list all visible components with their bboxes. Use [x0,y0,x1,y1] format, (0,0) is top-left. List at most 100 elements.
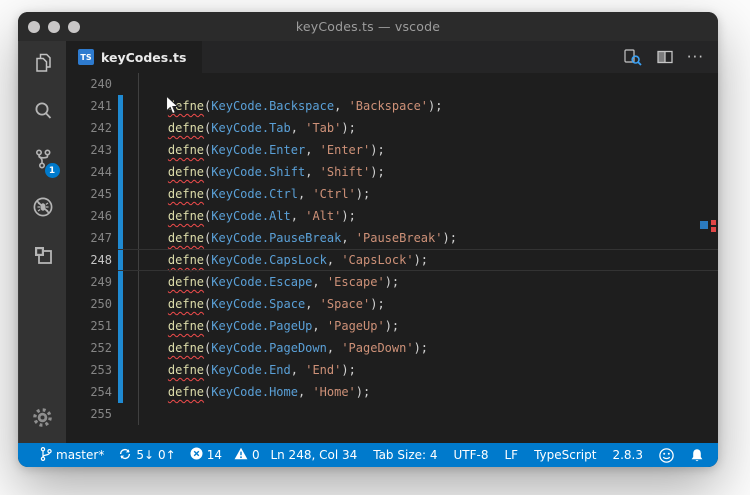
eol-indicator[interactable]: LF [504,448,518,462]
files-icon [31,51,55,79]
code-text: defne(KeyCode.Alt, 'Alt'); [167,209,356,223]
code-line[interactable]: 244 defne(KeyCode.Shift, 'Shift'); [66,161,718,183]
git-gutter-marker [118,271,123,293]
title-bar: keyCodes.ts — vscode [18,12,718,41]
line-number: 244 [90,165,112,179]
overview-ruler-modified-marker [700,221,708,229]
window-title: keyCodes.ts — vscode [295,19,441,34]
sync-outgoing: 0↑ [158,448,176,462]
encoding-indicator[interactable]: UTF-8 [454,448,489,462]
traffic-lights [28,12,80,41]
git-gutter-marker [118,205,123,227]
code-line[interactable]: 242 defne(KeyCode.Tab, 'Tab'); [66,117,718,139]
git-gutter-marker [118,315,123,337]
line-number: 250 [90,297,112,311]
code-line[interactable]: 241 defne(KeyCode.Backspace, 'Backspace'… [66,95,718,117]
problems-status[interactable]: 14 0 [190,447,260,463]
open-changes-icon[interactable] [623,48,643,66]
branch-icon [40,446,52,465]
notifications-bell-icon[interactable] [690,448,704,463]
activity-bar: 1 [18,41,66,443]
line-number: 245 [90,187,112,201]
debug-crossed-bug-icon [31,195,55,223]
code-line[interactable]: 254 defne(KeyCode.Home, 'Home'); [66,381,718,403]
git-branch-status[interactable]: master* [40,446,104,465]
overview-ruler-error-marker [711,220,716,225]
code-editor[interactable]: 240 241 defne(KeyCode.Backspace, 'Backspa… [66,73,718,443]
vscode-window: keyCodes.ts — vscode 1 TS keyCodes.ts ··… [18,12,718,467]
git-gutter-marker [118,381,123,403]
code-line[interactable]: 248 defne(KeyCode.CapsLock, 'CapsLock'); [66,249,718,271]
code-text: defne(KeyCode.PauseBreak, 'PauseBreak'); [167,231,457,245]
feedback-smiley-icon[interactable] [659,447,674,463]
error-icon [190,447,203,463]
code-line[interactable]: 250 defne(KeyCode.Space, 'Space'); [66,293,718,315]
code-text: defne(KeyCode.Ctrl, 'Ctrl'); [167,187,371,201]
line-number: 248 [90,253,112,267]
code-line[interactable]: 255 [66,403,718,425]
git-gutter-marker [118,161,123,183]
code-text: defne(KeyCode.Escape, 'Escape'); [167,275,400,289]
tab-keycodes-ts[interactable]: TS keyCodes.ts [66,41,202,73]
typescript-file-icon: TS [78,49,94,65]
code-line[interactable]: 251 defne(KeyCode.PageUp, 'PageUp'); [66,315,718,337]
code-line[interactable]: 246 defne(KeyCode.Alt, 'Alt'); [66,205,718,227]
line-number: 251 [90,319,112,333]
line-number: 254 [90,385,112,399]
sidebar-item-extensions[interactable] [19,233,67,281]
sync-status[interactable]: 5↓ 0↑ [118,447,176,464]
code-text: defne(KeyCode.Backspace, 'Backspace'); [167,99,443,113]
code-text: defne(KeyCode.PageDown, 'PageDown'); [167,341,429,355]
settings-button[interactable] [19,395,67,443]
git-gutter-marker [118,73,123,95]
code-line[interactable]: 249 defne(KeyCode.Escape, 'Escape'); [66,271,718,293]
status-bar: master* 5↓ 0↑ 14 0 Ln 248, Col 34 Tab Si… [18,443,718,467]
sidebar-item-search[interactable] [19,89,67,137]
language-mode[interactable]: TypeScript [534,448,596,462]
code-line[interactable]: 240 [66,73,718,95]
line-number: 247 [90,231,112,245]
code-line[interactable]: 243 defne(KeyCode.Enter, 'Enter'); [66,139,718,161]
sidebar-item-source-control[interactable]: 1 [19,137,67,185]
line-number: 252 [90,341,112,355]
tab-size-indicator[interactable]: Tab Size: 4 [373,448,437,462]
git-gutter-marker [118,139,123,161]
line-number: 243 [90,143,112,157]
line-number: 240 [90,77,112,91]
zoom-window-button[interactable] [68,20,80,33]
sidebar-item-debug[interactable] [19,185,67,233]
more-actions-icon[interactable]: ··· [687,50,704,65]
minimize-window-button[interactable] [48,20,60,33]
line-number: 241 [90,99,112,113]
code-line[interactable]: 252 defne(KeyCode.PageDown, 'PageDown'); [66,337,718,359]
git-gutter-marker [118,337,123,359]
tab-bar: TS keyCodes.ts ··· [66,41,718,73]
tab-label: keyCodes.ts [101,49,187,65]
line-number: 253 [90,363,112,377]
typescript-version[interactable]: 2.8.3 [612,448,643,462]
line-number: 249 [90,275,112,289]
code-text: defne(KeyCode.Shift, 'Shift'); [167,165,385,179]
code-text: defne(KeyCode.Enter, 'Enter'); [167,143,385,157]
sync-incoming: 5↓ [136,448,155,462]
cursor-position[interactable]: Ln 248, Col 34 [270,448,357,462]
sidebar-item-explorer[interactable] [19,41,67,89]
warning-icon [234,447,248,463]
split-editor-icon[interactable] [657,50,673,64]
git-gutter-marker [118,183,123,205]
code-line[interactable]: 247 defne(KeyCode.PauseBreak, 'PauseBrea… [66,227,718,249]
error-count: 14 [206,448,223,462]
editor-actions: ··· [623,41,718,73]
line-number: 246 [90,209,112,223]
close-window-button[interactable] [28,20,40,33]
git-gutter-marker [118,249,123,271]
branch-name: master* [56,448,105,462]
git-gutter-marker [118,293,123,315]
code-line[interactable]: 253 defne(KeyCode.End, 'End'); [66,359,718,381]
code-text: defne(KeyCode.Home, 'Home'); [167,385,371,399]
git-gutter-marker [118,403,123,425]
code-line[interactable]: 245 defne(KeyCode.Ctrl, 'Ctrl'); [66,183,718,205]
code-text: defne(KeyCode.PageUp, 'PageUp'); [167,319,400,333]
